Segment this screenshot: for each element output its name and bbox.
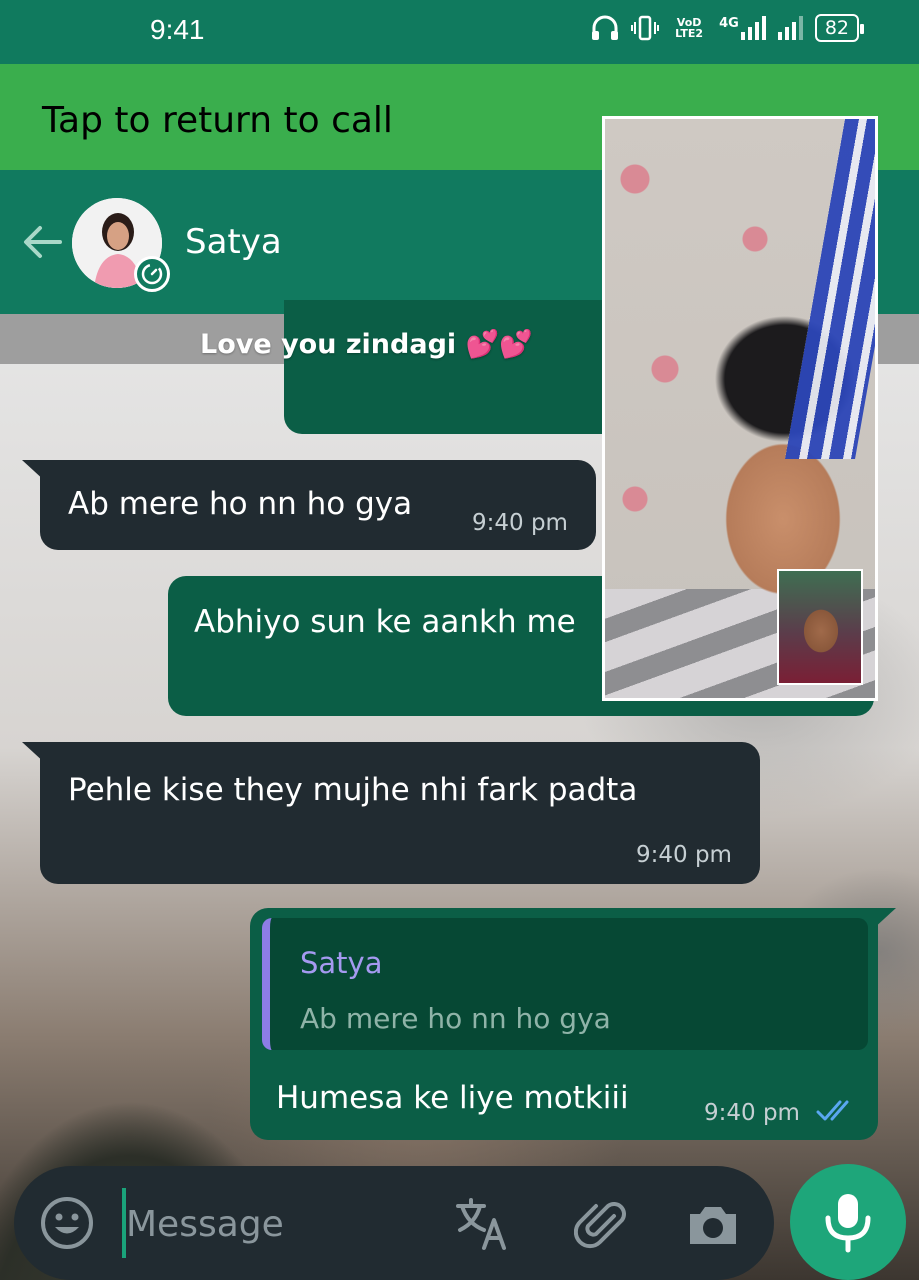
mic-button[interactable]	[790, 1164, 906, 1280]
message-composer	[14, 1166, 774, 1280]
reply-quote[interactable]: Satya Ab mere ho nn ho gya	[262, 918, 868, 1050]
status-icons: VoD LTE2 4G 82	[591, 14, 865, 42]
video-call-pip[interactable]	[602, 116, 878, 701]
signal-bars-1	[740, 16, 766, 40]
bubble-tail	[872, 908, 896, 930]
message-time: 9:40 pm	[704, 1100, 800, 1126]
message-time: 9:40 pm	[472, 510, 568, 536]
headphones-icon	[592, 15, 619, 40]
network-type: 4G	[719, 16, 766, 40]
return-to-call-label[interactable]: Tap to return to call	[42, 100, 393, 141]
network-label: VoD LTE2	[675, 16, 704, 40]
mic-icon	[825, 1194, 871, 1253]
message-time: 9:40 pm	[636, 842, 732, 868]
battery-indicator: 82	[814, 14, 865, 42]
message-outgoing-partial[interactable]	[284, 300, 624, 434]
message-input[interactable]	[126, 1194, 426, 1254]
message-incoming[interactable]: Ab mere ho nn ho gya 9:40 pm	[22, 460, 596, 550]
bubble-tail	[22, 460, 46, 482]
translate-icon[interactable]	[454, 1196, 512, 1254]
back-icon[interactable]	[20, 220, 64, 264]
double-check-icon	[816, 1100, 849, 1121]
quote-text: Ab mere ho nn ho gya	[300, 1002, 611, 1035]
pip-self-preview[interactable]	[777, 569, 863, 685]
message-text: Ab mere ho nn ho gya	[68, 486, 413, 522]
quote-author: Satya	[300, 946, 383, 980]
message-text: Humesa ke liye motkiii	[276, 1080, 629, 1116]
status-time: 9:41	[150, 14, 205, 45]
contact-name[interactable]: Satya	[185, 222, 282, 262]
emoji-icon[interactable]	[40, 1196, 94, 1250]
bubble-tail	[22, 742, 46, 764]
message-incoming[interactable]: Pehle kise they mujhe nhi fark padta 9:4…	[22, 742, 760, 884]
camera-icon[interactable]	[684, 1196, 742, 1254]
network-type-label: 4G	[719, 16, 739, 31]
status-ring-icon	[134, 256, 170, 292]
message-text: Abhiyo sun ke aankh me	[194, 604, 576, 640]
overlay-caption: Love you zindagi 💕💕	[200, 329, 533, 360]
status-bar: 9:41 VoD LTE2 4G 82	[0, 0, 919, 64]
vibrate-icon	[631, 15, 660, 41]
message-text: Pehle kise they mujhe nhi fark padta	[68, 772, 638, 808]
pip-remote-video-detail	[785, 119, 875, 459]
signal-bars-2	[777, 16, 803, 40]
attach-icon[interactable]	[574, 1196, 632, 1254]
